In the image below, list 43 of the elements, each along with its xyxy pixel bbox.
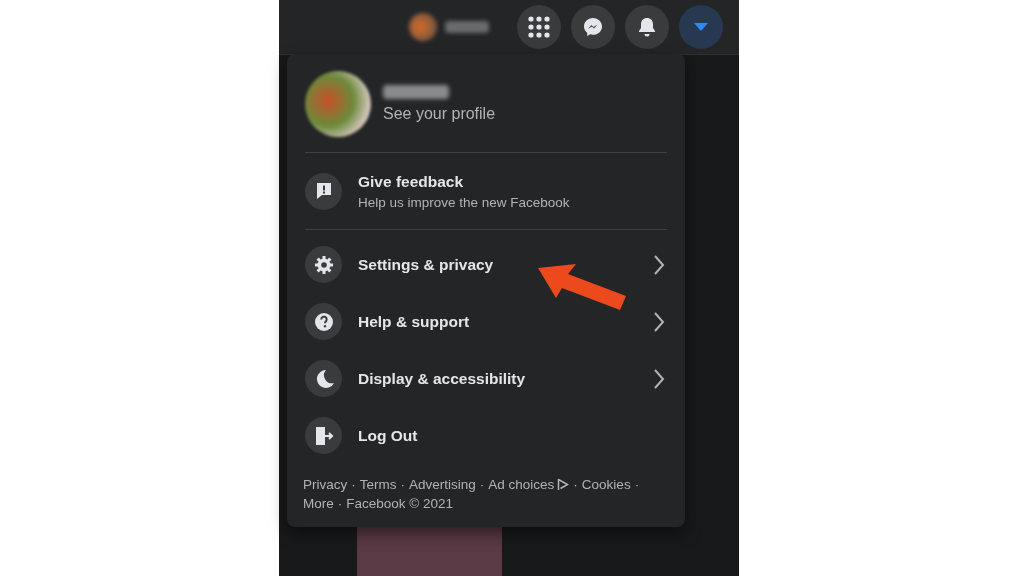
menu-item-subtitle: Help us improve the new Facebook [358, 194, 571, 210]
bell-icon [637, 16, 657, 38]
footer-link[interactable]: More [303, 494, 334, 513]
menu-item[interactable]: Display & accessibility [303, 350, 669, 407]
blurred-avatar[interactable] [409, 13, 437, 41]
grid-icon [528, 16, 550, 38]
notifications-button[interactable] [625, 5, 669, 49]
settings-icon [305, 246, 342, 283]
blurred-avatar [305, 71, 371, 137]
footer-link[interactable]: Cookies [581, 475, 631, 494]
chat-bubble-icon [582, 16, 604, 38]
feedback-icon [305, 172, 342, 210]
blurred-name [383, 85, 449, 99]
footer-separator: · [479, 476, 485, 494]
menu-item-title: Give feedback [358, 172, 465, 191]
menu-item[interactable]: Log Out [303, 407, 669, 464]
profile-link[interactable]: See your profile [303, 62, 669, 146]
play-triangle-icon [557, 478, 570, 491]
help-icon [305, 303, 342, 340]
footer-separator: · [573, 476, 578, 494]
copyright-text: Facebook © 2021 [346, 495, 454, 513]
menu-item-title: Log Out [358, 426, 419, 445]
messenger-button[interactable] [571, 5, 615, 49]
menu-item[interactable]: Give feedback Help us improve the new Facebook [303, 159, 669, 223]
footer-separator: · [337, 495, 343, 513]
moon-icon [305, 360, 342, 397]
caret-icon [693, 22, 709, 32]
account-button[interactable] [679, 5, 723, 49]
menu-item[interactable]: Help & support [303, 293, 669, 350]
footer-separator: · [634, 476, 640, 494]
footer-link[interactable]: Ad choices [488, 475, 555, 494]
profile-subtitle: See your profile [383, 105, 496, 123]
footer-separator: · [351, 476, 356, 494]
logout-icon [305, 417, 342, 454]
footer-separator: · [400, 476, 405, 494]
apps-button[interactable] [517, 5, 561, 49]
menu-item-title: Display & accessibility [358, 369, 527, 388]
menu-item-title: Help & support [358, 312, 471, 331]
blurred-name [445, 21, 489, 33]
footer-link[interactable]: Advertising [409, 475, 476, 494]
footer-link[interactable]: Terms [359, 475, 397, 494]
footer-link[interactable]: Privacy [303, 475, 348, 494]
menu-item-title: Settings & privacy [358, 255, 495, 274]
